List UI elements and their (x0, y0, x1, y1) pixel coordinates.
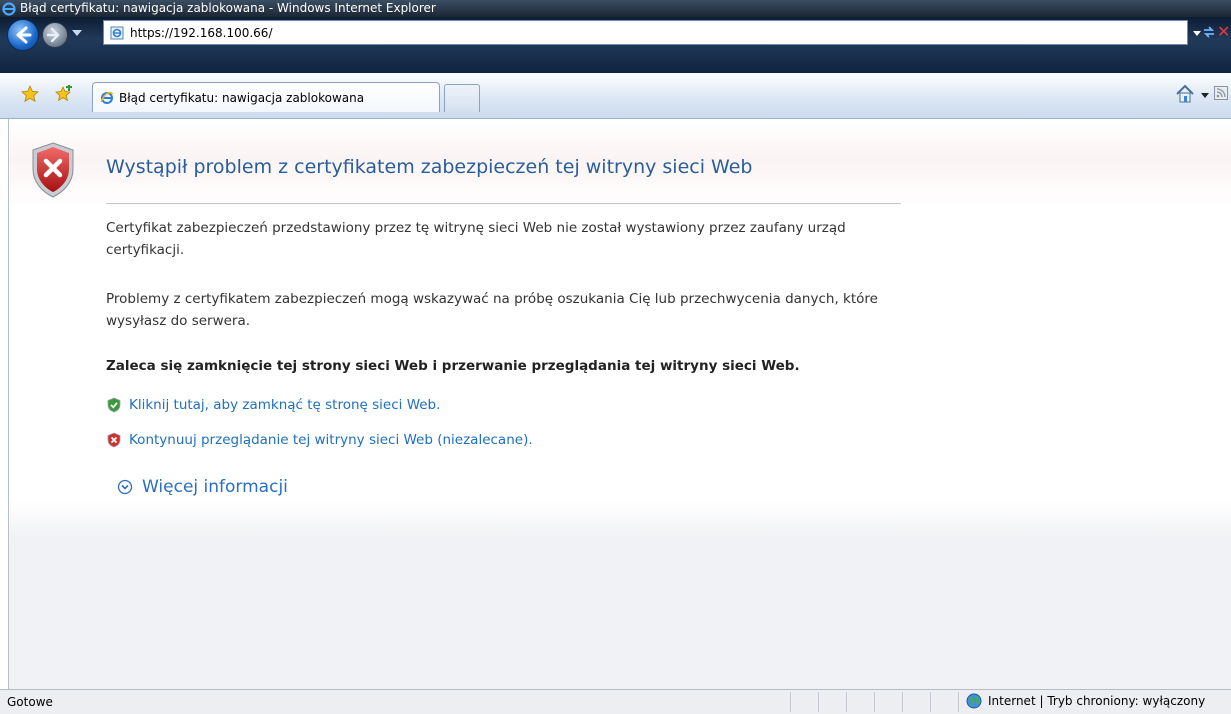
forward-button[interactable] (42, 22, 68, 48)
window-title-bar: Błąd certyfikatu: nawigacja zablokowana … (0, 0, 1231, 17)
stop-icon[interactable]: ✕ (1217, 24, 1230, 40)
status-divider (874, 692, 875, 712)
close-page-row: Kliknij tutaj, aby zamknąć tę stronę sie… (106, 397, 440, 413)
status-bar: Gotowe Internet | Tryb chroniony: wyłącz… (0, 689, 1231, 714)
new-tab-button[interactable] (444, 84, 480, 112)
globe-icon (966, 693, 982, 709)
warning-paragraph: Problemy z certyfikatem zabezpieczeń mog… (106, 291, 878, 329)
feeds-icon[interactable] (1214, 86, 1228, 100)
expand-icon (117, 479, 133, 495)
status-text: Gotowe (7, 695, 53, 709)
favorites-star-icon[interactable] (21, 85, 39, 103)
security-zone[interactable]: Internet | Tryb chroniony: wyłączony (966, 693, 1205, 709)
green-shield-icon (107, 397, 121, 413)
continue-row: Kontynuuj przeglądanie tej witryny sieci… (106, 432, 533, 448)
title-divider (106, 203, 901, 204)
page-icon (110, 26, 124, 39)
add-favorite-icon[interactable] (55, 85, 73, 103)
explanation-paragraph: Certyfikat zabezpieczeń przedstawiony pr… (106, 220, 846, 258)
recent-pages-dropdown[interactable] (72, 30, 82, 36)
status-divider (902, 692, 903, 712)
error-shield-icon (32, 142, 74, 198)
status-divider (818, 692, 819, 712)
refresh-icon[interactable] (1202, 25, 1216, 39)
address-dropdown[interactable] (1193, 31, 1201, 36)
ie-logo-icon (2, 1, 16, 16)
status-divider (958, 692, 959, 712)
more-info-toggle[interactable]: Więcej informacji (117, 477, 288, 497)
address-bar[interactable]: https://192.168.100.66/ (103, 20, 1188, 45)
status-divider (790, 692, 791, 712)
tab-cert-error[interactable]: Błąd certyfikatu: nawigacja zablokowana (92, 82, 440, 112)
navigation-bar: https://192.168.100.66/ ✕ (0, 17, 1231, 73)
forward-icon (46, 27, 60, 43)
page-title: Wystąpił problem z certyfikatem zabezpie… (106, 156, 753, 178)
window-title: Błąd certyfikatu: nawigacja zablokowana … (20, 1, 436, 15)
close-page-link[interactable]: Kliknij tutaj, aby zamknąć tę stronę sie… (129, 397, 440, 413)
status-divider (846, 692, 847, 712)
back-button[interactable] (7, 19, 39, 51)
ie-page-icon (100, 91, 114, 104)
tab-label: Błąd certyfikatu: nawigacja zablokowana (119, 90, 365, 105)
back-icon (16, 26, 32, 44)
security-zone-label: Internet | Tryb chroniony: wyłączony (988, 694, 1206, 708)
tab-toolbar: Błąd certyfikatu: nawigacja zablokowana (0, 73, 1231, 119)
home-icon[interactable] (1174, 83, 1196, 105)
continue-link[interactable]: Kontynuuj przeglądanie tej witryny sieci… (129, 432, 533, 448)
recommendation-text: Zaleca się zamknięcie tej strony sieci W… (106, 358, 800, 374)
address-url[interactable]: https://192.168.100.66/ (130, 26, 272, 40)
more-info-label: Więcej informacji (142, 477, 288, 497)
home-dropdown[interactable] (1201, 93, 1209, 98)
status-divider (930, 692, 931, 712)
page-content: Wystąpił problem z certyfikatem zabezpie… (8, 119, 1231, 689)
red-shield-icon (107, 432, 121, 448)
